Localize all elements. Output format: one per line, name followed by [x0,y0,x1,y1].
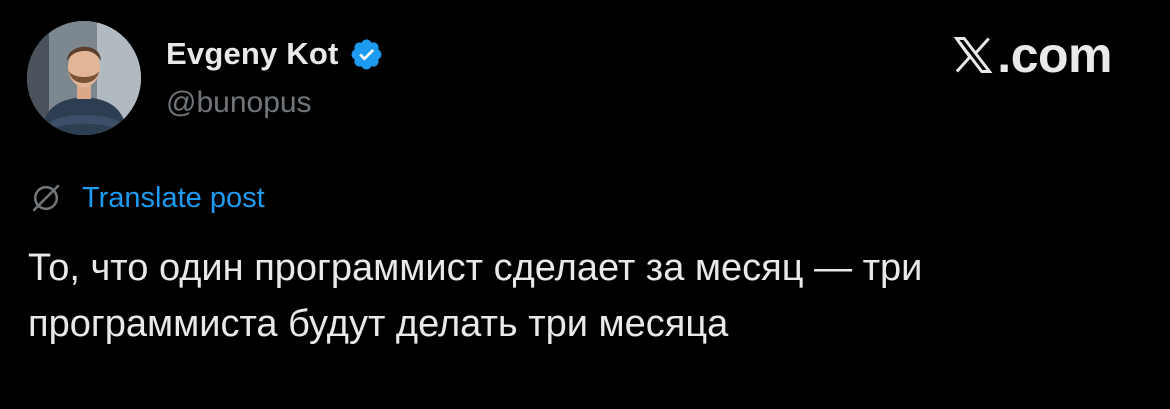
author-name-row[interactable]: Evgeny Kot [166,36,384,72]
globe-slash-icon [32,184,60,212]
translate-post-button[interactable]: Translate post [28,180,265,216]
x-com-brand: .com [951,30,1112,80]
post-text: То, что один программист сделает за меся… [28,247,923,345]
translate-post-label[interactable]: Translate post [82,182,265,215]
avatar-photo [27,21,141,135]
x-logo-icon [953,37,993,73]
brand-domain-text: .com [997,27,1112,83]
author-display-name[interactable]: Evgeny Kot [166,36,339,72]
author-handle[interactable]: @bunopus [166,86,312,120]
verified-badge-icon [351,39,381,69]
avatar[interactable] [27,21,141,135]
